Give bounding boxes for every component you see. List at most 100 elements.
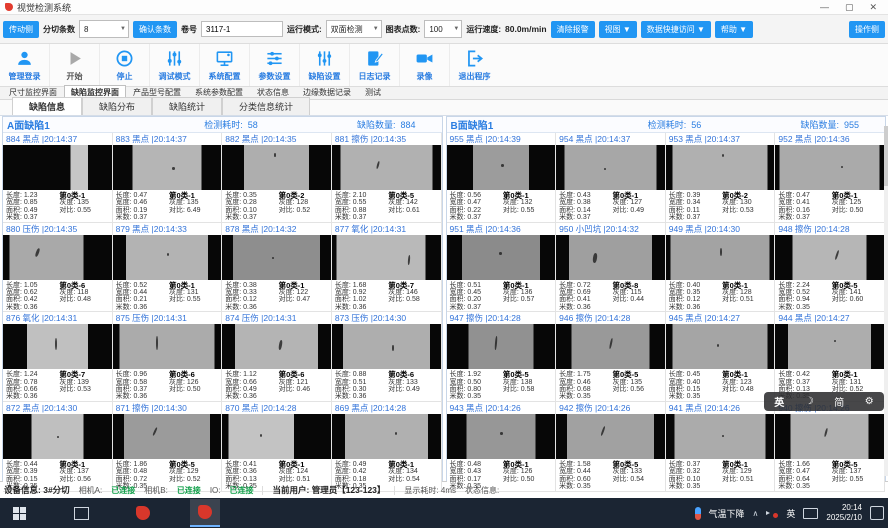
defect-image[interactable] [447, 145, 556, 190]
vertical-scrollbar[interactable] [884, 126, 888, 476]
keyboard-icon[interactable] [803, 508, 818, 519]
defect-cell[interactable]: 875 压伤 |20:14:31 长度: 0.96宽度: 0.58 面积: 0.… [113, 312, 223, 402]
defect-cell[interactable]: 883 黑点 |20:14:37 长度: 0.47宽度: 0.46 面积: 0.… [113, 133, 223, 223]
defect-cell[interactable]: 871 擦伤 |20:14:30 长度: 1.86宽度: 0.48 面积: 0.… [113, 402, 223, 492]
defect-cell[interactable]: 884 黑点 |20:14:37 长度: 1.23宽度: 0.85 面积: 0.… [3, 133, 113, 223]
sub-tab-1[interactable]: 缺陷分布 [82, 97, 152, 115]
maximize-button[interactable]: ▢ [845, 2, 854, 13]
volume-icon[interactable] [766, 508, 778, 518]
main-tab-6[interactable]: 测试 [358, 85, 388, 99]
defect-image[interactable] [556, 414, 665, 459]
tray-chevron-up-icon[interactable]: ∧ [753, 509, 759, 518]
defect-cell[interactable]: 880 压伤 |20:14:35 长度: 1.05宽度: 0.62 面积: 0.… [3, 223, 113, 313]
start-button[interactable]: 开始 [49, 44, 99, 86]
defect-image[interactable] [113, 324, 222, 369]
defect-cell[interactable]: 952 黑点 |20:14:36 长度: 0.47宽度: 0.41 面积: 0.… [775, 133, 885, 223]
help-menu-button[interactable]: 帮助 ▼ [715, 21, 753, 38]
stop-button[interactable]: 停止 [99, 44, 149, 86]
defect-image[interactable] [113, 145, 222, 190]
defect-settings-button[interactable]: 缺陷设置 [299, 44, 349, 86]
exit-program-button[interactable]: 退出程序 [449, 44, 499, 86]
defect-image[interactable] [332, 145, 441, 190]
video-record-button[interactable]: 录像 [399, 44, 449, 86]
defect-image[interactable] [3, 414, 112, 459]
defect-cell[interactable]: 950 小凹坑 |20:14:32 长度: 0.72宽度: 0.69 面积: 0… [556, 223, 666, 313]
defect-image[interactable] [3, 324, 112, 369]
defect-cell[interactable]: 953 黑点 |20:14:37 长度: 0.39宽度: 0.34 面积: 0.… [666, 133, 776, 223]
ime-simplified[interactable]: 简 [834, 394, 844, 409]
defect-cell[interactable]: 872 黑点 |20:14:30 长度: 0.44宽度: 0.39 面积: 0.… [3, 402, 113, 492]
defect-image[interactable] [222, 324, 331, 369]
defect-image[interactable] [222, 145, 331, 190]
operate-side-button[interactable]: 操作侧 [849, 21, 885, 38]
defect-image[interactable] [556, 235, 665, 280]
minimize-button[interactable]: — [820, 2, 829, 13]
defect-cell[interactable]: 873 压伤 |20:14:30 长度: 0.88宽度: 0.51 面积: 0.… [332, 312, 442, 402]
defect-cell[interactable]: 870 黑点 |20:14:28 长度: 0.41宽度: 0.36 面积: 0.… [222, 402, 332, 492]
confirm-count-button[interactable]: 确认条数 [133, 21, 177, 38]
defect-image[interactable] [222, 235, 331, 280]
defect-image[interactable] [222, 414, 331, 459]
defect-image[interactable] [775, 145, 884, 190]
task-view-button[interactable] [66, 500, 96, 526]
defect-cell[interactable]: 869 黑点 |20:14:28 长度: 0.49宽度: 0.42 面积: 0.… [332, 402, 442, 492]
defect-cell[interactable]: 874 压伤 |20:14:31 长度: 1.12宽度: 0.66 面积: 0.… [222, 312, 332, 402]
defect-image[interactable] [775, 414, 884, 459]
ime-toolbar[interactable]: 英 ☽ 简 ⚙ [764, 392, 884, 411]
log-record-button[interactable]: 日志记录 [349, 44, 399, 86]
defect-image[interactable] [556, 324, 665, 369]
weather-text[interactable]: 气温下降 [709, 507, 745, 520]
defect-cell[interactable]: 942 擦伤 |20:14:26 长度: 1.58宽度: 0.44 面积: 0.… [556, 402, 666, 492]
debug-mode-button[interactable]: 调试模式 [149, 44, 199, 86]
defect-image[interactable] [775, 324, 884, 369]
taskbar-app-1[interactable] [128, 500, 158, 526]
defect-cell[interactable]: 951 黑点 |20:14:36 长度: 0.51宽度: 0.45 面积: 0.… [447, 223, 557, 313]
run-mode-select[interactable]: 双面检测▼ [326, 20, 382, 38]
moon-icon[interactable]: ☽ [805, 396, 814, 407]
defect-cell[interactable]: 876 氧化 |20:14:31 长度: 1.24宽度: 0.78 面积: 0.… [3, 312, 113, 402]
close-button[interactable]: ✕ [869, 2, 877, 13]
taskbar-clock[interactable]: 20:14 2025/2/10 [826, 503, 862, 523]
defect-cell[interactable]: 945 黑点 |20:14:27 长度: 0.45宽度: 0.40 面积: 0.… [666, 312, 776, 402]
defect-image[interactable] [447, 235, 556, 280]
slit-count-select[interactable]: 8▼ [79, 20, 129, 38]
defect-cell[interactable]: 943 黑点 |20:14:26 长度: 0.48宽度: 0.43 面积: 0.… [447, 402, 557, 492]
sub-tab-3[interactable]: 分类信息统计 [222, 97, 310, 115]
defect-cell[interactable]: 946 擦伤 |20:14:28 长度: 1.75宽度: 0.46 面积: 0.… [556, 312, 666, 402]
notification-center-icon[interactable] [870, 506, 884, 520]
defect-cell[interactable]: 955 黑点 |20:14:39 长度: 0.56宽度: 0.47 面积: 0.… [447, 133, 557, 223]
gear-icon[interactable]: ⚙ [865, 396, 874, 407]
defect-image[interactable] [775, 235, 884, 280]
defect-image[interactable] [3, 235, 112, 280]
defect-image[interactable] [666, 145, 775, 190]
defect-cell[interactable]: 878 黑点 |20:14:32 长度: 0.38宽度: 0.33 面积: 0.… [222, 223, 332, 313]
defect-image[interactable] [332, 414, 441, 459]
defect-image[interactable] [113, 235, 222, 280]
defect-cell[interactable]: 949 黑点 |20:14:30 长度: 0.40宽度: 0.35 面积: 0.… [666, 223, 776, 313]
system-config-button[interactable]: 系统配置 [199, 44, 249, 86]
sub-tab-2[interactable]: 缺陷统计 [152, 97, 222, 115]
defect-image[interactable] [447, 414, 556, 459]
defect-cell[interactable]: 940 擦伤 |20:14:26 长度: 1.66宽度: 0.47 面积: 0.… [775, 402, 885, 492]
defect-cell[interactable]: 877 氧化 |20:14:31 长度: 1.68宽度: 0.92 面积: 1.… [332, 223, 442, 313]
defect-image[interactable] [666, 235, 775, 280]
defect-image[interactable] [3, 145, 112, 190]
clear-alarm-button[interactable]: 清除报警 [551, 21, 595, 38]
chart-points-select[interactable]: 100▼ [424, 20, 462, 38]
taskbar-app-2-active[interactable] [190, 499, 220, 527]
defect-image[interactable] [666, 324, 775, 369]
defect-cell[interactable]: 954 黑点 |20:14:37 长度: 0.43宽度: 0.38 面积: 0.… [556, 133, 666, 223]
defect-cell[interactable]: 879 黑点 |20:14:33 长度: 0.52宽度: 0.44 面积: 0.… [113, 223, 223, 313]
defect-cell[interactable]: 947 擦伤 |20:14:28 长度: 1.92宽度: 0.50 面积: 0.… [447, 312, 557, 402]
start-button[interactable] [4, 500, 34, 526]
admin-login-button[interactable]: 管理登录 [0, 44, 49, 86]
drive-side-button[interactable]: 传动侧 [3, 21, 39, 38]
defect-image[interactable] [332, 324, 441, 369]
defect-image[interactable] [332, 235, 441, 280]
view-menu-button[interactable]: 视图 ▼ [599, 21, 637, 38]
data-quick-access-menu-button[interactable]: 数据快捷访问 ▼ [641, 21, 711, 38]
defect-cell[interactable]: 882 黑点 |20:14:35 长度: 0.35宽度: 0.28 面积: 0.… [222, 133, 332, 223]
defect-image[interactable] [666, 414, 775, 459]
defect-cell[interactable]: 881 擦伤 |20:14:35 长度: 2.10宽度: 0.55 面积: 0.… [332, 133, 442, 223]
language-indicator[interactable]: 英 [786, 507, 795, 520]
